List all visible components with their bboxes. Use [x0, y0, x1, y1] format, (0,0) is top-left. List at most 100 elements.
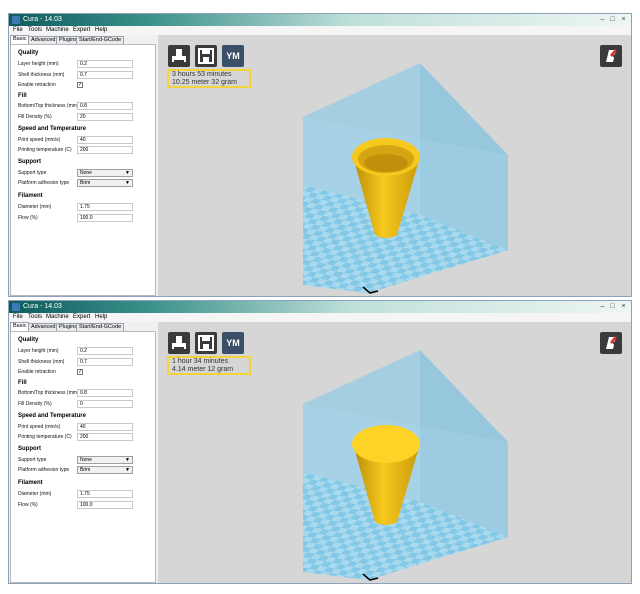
bottom-top-thickness-input[interactable]: 0.8 [77, 102, 133, 110]
print-time: 1 hour 34 minutes [172, 358, 229, 365]
section-speed-temperature: Speed and Temperature [18, 126, 86, 132]
flow-input[interactable]: 100.0 [77, 214, 133, 222]
menu-machine[interactable]: Machine [46, 314, 69, 320]
support-type-select[interactable]: None ▼ [77, 456, 133, 464]
menu-help[interactable]: Help [95, 27, 107, 33]
basic-settings-panel: Quality Layer height (mm) 0.2 Shell thic… [10, 44, 156, 296]
printing-temperature-label: Printing temperature (C) [18, 434, 72, 440]
support-type-label: Support type [18, 170, 47, 176]
view-mode-button[interactable] [600, 332, 622, 354]
printing-temperature-input[interactable]: 200 [77, 433, 133, 441]
flow-label: Flow (%) [18, 215, 38, 221]
view-mode-button[interactable] [600, 45, 622, 67]
section-filament: Filament [18, 193, 43, 199]
platform-adhesion-value: Brim [80, 467, 91, 473]
ym-share-button[interactable]: YM [222, 45, 244, 67]
app-icon [12, 303, 20, 311]
enable-retraction-checkbox[interactable]: ✓ [77, 82, 83, 88]
ym-share-button[interactable]: YM [222, 332, 244, 354]
minimize-icon[interactable]: – [598, 302, 607, 311]
print-speed-input[interactable]: 40 [77, 136, 133, 144]
platform-adhesion-label: Platform adhesion type [18, 467, 70, 473]
menu-tools[interactable]: Tools [28, 314, 42, 320]
section-quality: Quality [18, 50, 39, 56]
print-speed-input[interactable]: 40 [77, 423, 133, 431]
section-quality: Quality [18, 337, 39, 343]
cura-window-2: Cura - 14.03 – □ × File Tools Machine Ex… [8, 300, 632, 584]
menu-bar: File Tools Machine Expert Help [9, 313, 631, 322]
close-icon[interactable]: × [619, 15, 628, 24]
save-toolpath-button[interactable] [195, 45, 217, 67]
view-mode-icon [606, 336, 617, 349]
maximize-icon[interactable]: □ [608, 302, 617, 311]
app-icon [12, 16, 20, 24]
print-time-estimate: 1 hour 34 minutes 4.14 meter 12 gram [167, 356, 251, 375]
tab-start-end-gcode[interactable]: Start/End-GCode [76, 36, 125, 44]
menu-help[interactable]: Help [95, 314, 107, 320]
menu-expert[interactable]: Expert [73, 314, 90, 320]
chevron-down-icon: ▼ [125, 180, 130, 186]
tab-start-end-gcode[interactable]: Start/End-GCode [76, 323, 125, 331]
tab-advanced[interactable]: Advanced [28, 323, 59, 331]
platform-adhesion-select[interactable]: Brim ▼ [77, 466, 133, 474]
shell-thickness-input[interactable]: 0.7 [77, 358, 133, 366]
section-support: Support [18, 446, 41, 452]
layer-height-label: Layer height (mm) [18, 61, 59, 67]
enable-retraction-label: Enable retraction [18, 369, 56, 375]
menu-file[interactable]: File [13, 27, 23, 33]
chevron-down-icon: ▼ [125, 467, 130, 473]
tab-basic[interactable]: Basic [10, 322, 30, 331]
menu-file[interactable]: File [13, 314, 23, 320]
menu-bar: File Tools Machine Expert Help [9, 26, 631, 35]
shell-thickness-input[interactable]: 0.7 [77, 71, 133, 79]
shell-thickness-label: Shell thickness (mm) [18, 359, 65, 365]
diameter-input[interactable]: 1.75 [77, 490, 133, 498]
save-toolpath-button[interactable] [195, 332, 217, 354]
view-mode-icon [606, 49, 617, 62]
enable-retraction-label: Enable retraction [18, 82, 56, 88]
load-model-button[interactable] [168, 45, 190, 67]
flow-label: Flow (%) [18, 502, 38, 508]
load-model-button[interactable] [168, 332, 190, 354]
load-icon [172, 336, 186, 349]
menu-expert[interactable]: Expert [73, 27, 90, 33]
enable-retraction-checkbox[interactable]: ✓ [77, 369, 83, 375]
print-time: 3 hours 53 minutes [172, 71, 232, 78]
3d-viewport[interactable]: YM 3 hours 53 minutes 10.25 meter 32 gra… [158, 35, 631, 296]
load-icon [172, 49, 186, 62]
fill-density-input[interactable]: 0 [77, 400, 133, 408]
bottom-top-thickness-input[interactable]: 0.8 [77, 389, 133, 397]
section-support: Support [18, 159, 41, 165]
support-type-label: Support type [18, 457, 47, 463]
section-speed-temperature: Speed and Temperature [18, 413, 86, 419]
support-type-select[interactable]: None ▼ [77, 169, 133, 177]
settings-tabs: Basic Advanced Plugins Start/End-GCode [9, 35, 157, 44]
section-fill: Fill [18, 93, 27, 99]
platform-adhesion-select[interactable]: Brim ▼ [77, 179, 133, 187]
tab-basic[interactable]: Basic [10, 35, 30, 44]
print-time-estimate: 3 hours 53 minutes 10.25 meter 32 gram [167, 69, 251, 88]
print-speed-label: Print speed (mm/s) [18, 137, 61, 143]
cura-window-1: Cura - 14.03 – □ × File Tools Machine Ex… [8, 13, 632, 297]
diameter-input[interactable]: 1.75 [77, 203, 133, 211]
settings-tabs: Basic Advanced Plugins Start/End-GCode [9, 322, 157, 331]
flow-input[interactable]: 100.0 [77, 501, 133, 509]
minimize-icon[interactable]: – [598, 15, 607, 24]
layer-height-input[interactable]: 0.2 [77, 347, 133, 355]
maximize-icon[interactable]: □ [608, 15, 617, 24]
layer-height-input[interactable]: 0.2 [77, 60, 133, 68]
cup-model-top [352, 425, 420, 463]
close-icon[interactable]: × [619, 302, 628, 311]
menu-tools[interactable]: Tools [28, 27, 42, 33]
diameter-label: Diameter (mm) [18, 204, 52, 210]
menu-machine[interactable]: Machine [46, 27, 69, 33]
3d-viewport[interactable]: YM 1 hour 34 minutes 4.14 meter 12 gram [158, 322, 631, 583]
section-filament: Filament [18, 480, 43, 486]
chevron-down-icon: ▼ [125, 170, 130, 176]
fill-density-label: Fill Density (%) [18, 401, 52, 407]
platform-adhesion-label: Platform adhesion type [18, 180, 70, 186]
floppy-disk-icon [198, 335, 214, 351]
tab-advanced[interactable]: Advanced [28, 36, 59, 44]
fill-density-input[interactable]: 20 [77, 113, 133, 121]
printing-temperature-input[interactable]: 200 [77, 146, 133, 154]
